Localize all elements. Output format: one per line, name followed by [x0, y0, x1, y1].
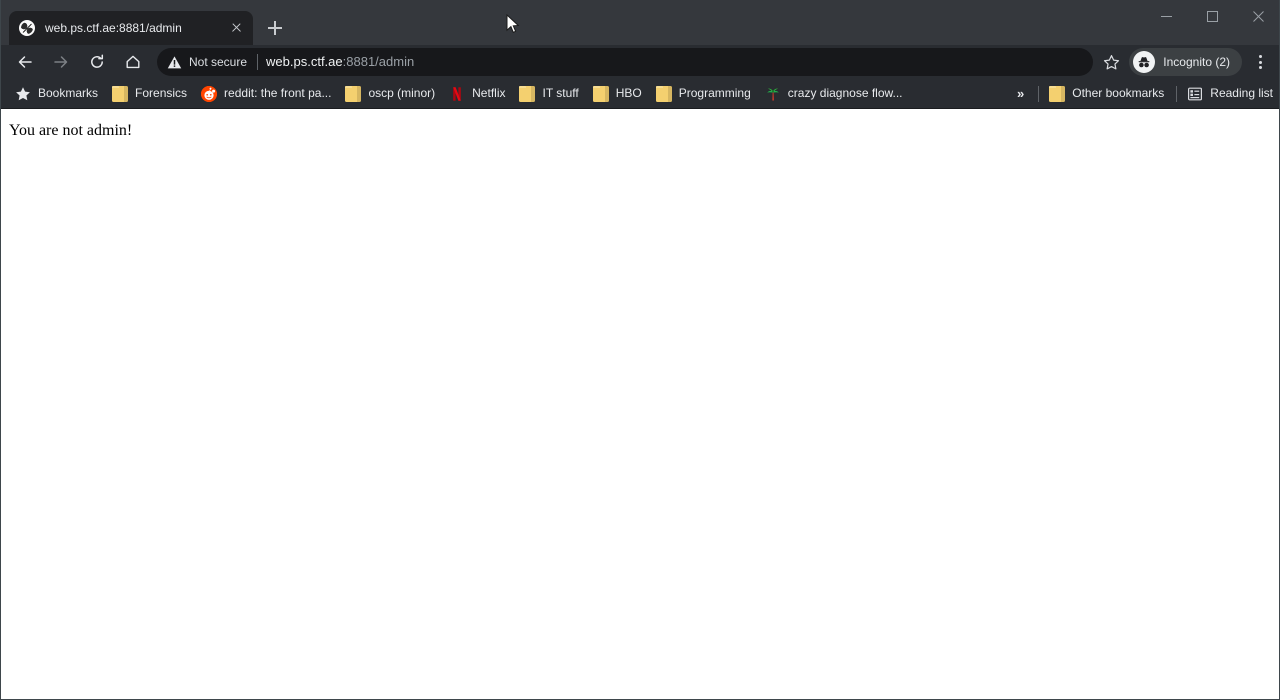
url-path: :8881/admin — [342, 54, 415, 69]
menu-dot — [1258, 65, 1262, 69]
minimize-icon[interactable] — [1143, 0, 1189, 32]
page-viewport: You are not admin! — [1, 108, 1279, 699]
browser-tab[interactable]: web.ps.ctf.ae:8881/admin — [9, 11, 253, 45]
folder-icon — [112, 85, 129, 102]
security-status[interactable]: Not secure — [157, 50, 255, 74]
warning-triangle-icon — [167, 55, 182, 68]
url-host: web.ps.ctf.ae — [266, 54, 343, 69]
bookmark-star-icon[interactable] — [1097, 48, 1125, 76]
profile-button[interactable]: Incognito (2) — [1129, 48, 1242, 76]
bookmark-item-reddit[interactable]: reddit: the front pa... — [195, 83, 339, 105]
reading-list-label: Reading list — [1210, 86, 1273, 100]
bookmark-item-forensics[interactable]: Forensics — [106, 83, 195, 105]
maximize-icon[interactable] — [1189, 0, 1235, 32]
bookmarks-divider — [1176, 85, 1178, 102]
folder-icon — [655, 85, 672, 102]
tab-strip: web.ps.ctf.ae:8881/admin — [1, 0, 1279, 45]
bookmark-item-hbo[interactable]: HBO — [587, 83, 650, 105]
bookmark-label: crazy diagnose flow... — [787, 86, 903, 100]
reading-list-icon — [1188, 87, 1203, 100]
back-arrow-icon[interactable] — [11, 48, 39, 76]
bookmark-item-oscp[interactable]: oscp (minor) — [339, 83, 443, 105]
reading-list-button[interactable]: Reading list — [1181, 83, 1279, 105]
bookmarks-overflow-button[interactable]: » — [1007, 86, 1034, 101]
incognito-icon — [1133, 51, 1156, 73]
close-icon[interactable] — [1235, 0, 1279, 32]
window-controls — [1143, 0, 1279, 32]
page-body-text: You are not admin! — [9, 122, 133, 139]
reddit-icon — [201, 85, 218, 102]
browser-toolbar: Not secure web.ps.ctf.ae:8881/admin Inco… — [1, 45, 1279, 79]
bookmark-item-programming[interactable]: Programming — [650, 83, 759, 105]
reload-icon[interactable] — [83, 48, 111, 76]
bookmark-label: Bookmarks — [38, 86, 99, 100]
security-label: Not secure — [189, 54, 248, 69]
bookmark-label: HBO — [615, 86, 642, 100]
bookmark-label: Programming — [678, 86, 751, 100]
bookmark-item-netflix[interactable]: Netflix — [443, 83, 513, 105]
tab-title: web.ps.ctf.ae:8881/admin — [45, 21, 182, 35]
omnibox-divider — [257, 54, 259, 70]
url-text[interactable]: web.ps.ctf.ae:8881/admin — [266, 54, 1087, 70]
globe-icon — [19, 20, 35, 36]
bookmark-item-crazy-diagnose-flow[interactable]: crazy diagnose flow... — [759, 83, 911, 105]
folder-icon — [345, 85, 362, 102]
other-bookmarks-label: Other bookmarks — [1072, 86, 1165, 100]
forward-arrow-icon — [47, 48, 75, 76]
folder-icon — [592, 85, 609, 102]
bookmarks-bar: Bookmarks Forensics reddit: the front pa… — [1, 79, 1279, 108]
bookmark-label: reddit: the front pa... — [224, 86, 332, 100]
menu-dot — [1258, 55, 1262, 59]
bookmark-item-bookmarks[interactable]: Bookmarks — [9, 83, 106, 105]
three-dot-menu-icon[interactable] — [1246, 48, 1274, 76]
netflix-icon — [453, 86, 461, 101]
home-icon[interactable] — [119, 48, 147, 76]
star-icon — [16, 86, 30, 100]
address-bar[interactable]: Not secure web.ps.ctf.ae:8881/admin — [157, 48, 1094, 76]
bookmark-label: Netflix — [472, 86, 506, 100]
tab-strip-tabs: web.ps.ctf.ae:8881/admin — [1, 11, 289, 45]
bookmark-label: Forensics — [135, 86, 188, 100]
browser-window: web.ps.ctf.ae:8881/admin Not secure web.… — [0, 0, 1280, 700]
folder-icon — [519, 85, 536, 102]
bookmarks-divider — [1038, 85, 1040, 102]
palm-tree-icon — [766, 88, 779, 100]
bookmark-label: oscp (minor) — [368, 86, 436, 100]
close-icon[interactable] — [227, 19, 245, 37]
other-bookmarks-button[interactable]: Other bookmarks — [1043, 83, 1172, 105]
menu-dot — [1258, 60, 1262, 64]
new-tab-button[interactable] — [261, 14, 289, 42]
bookmark-item-it-stuff[interactable]: IT stuff — [513, 83, 586, 105]
bookmark-label: IT stuff — [542, 86, 579, 100]
profile-label: Incognito (2) — [1163, 54, 1230, 69]
folder-icon — [1049, 85, 1066, 102]
